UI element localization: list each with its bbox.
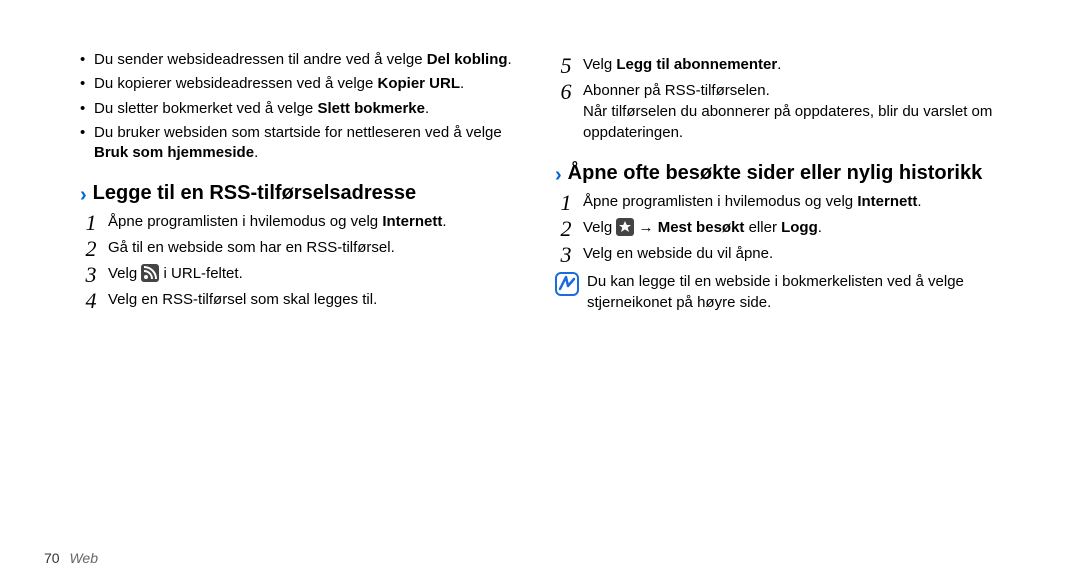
text: Velg [108, 265, 141, 282]
page-footer: 70 Web [44, 550, 98, 566]
step-text: Velg → Mest besøkt eller Logg. [583, 217, 1010, 238]
step-number: 4 [80, 290, 102, 312]
text: . [254, 144, 258, 161]
step-text: Åpne programlisten i hvilemodus og velg … [583, 191, 1010, 212]
step-number: 6 [555, 81, 577, 103]
step-item: 1 Åpne programlisten i hvilemodus og vel… [555, 191, 1010, 213]
step-item: 3 Velg en webside du vil åpne. [555, 243, 1010, 265]
step-number: 2 [555, 218, 577, 240]
step-number: 5 [555, 55, 577, 77]
text: . [917, 193, 921, 210]
note-block: Du kan legge til en webside i bokmerkeli… [555, 271, 1010, 313]
bullet-item: Du sletter bokmerket ved å velge Slett b… [80, 99, 535, 119]
text: Velg [583, 56, 616, 73]
step-text: Åpne programlisten i hvilemodus og velg … [108, 211, 535, 232]
text: Du kopierer websideadressen ved å velge [94, 75, 378, 92]
step-item: 4 Velg en RSS-tilførsel som skal legges … [80, 289, 535, 311]
text: Åpne programlisten i hvilemodus og velg [583, 193, 857, 210]
step-number: 1 [555, 192, 577, 214]
step-number: 3 [80, 264, 102, 286]
step-item: 2 Velg → Mest besøkt eller Logg. [555, 217, 1010, 239]
bullet-list: Du sender websideadressen til andre ved … [80, 50, 535, 163]
bold-term: Internett [382, 213, 442, 230]
rss-icon [141, 264, 159, 282]
text: Når tilførselen du abonnerer på oppdater… [583, 103, 992, 141]
step-text: Velg Legg til abonnementer. [583, 54, 1010, 75]
note-icon [555, 272, 579, 296]
note-text: Du kan legge til en webside i bokmerkeli… [587, 271, 1010, 313]
step-text: Velg i URL-feltet. [108, 263, 535, 284]
step-item: 3 Velg i URL-feltet. [80, 263, 535, 285]
text: → [639, 219, 658, 236]
text: . [460, 75, 464, 92]
section-title: Legge til en RSS-tilførselsadresse [93, 181, 416, 205]
bookmark-star-icon [616, 218, 634, 236]
step-number: 1 [80, 212, 102, 234]
bold-term: Internett [857, 193, 917, 210]
step-text: Gå til en webside som har en RSS-tilførs… [108, 237, 535, 258]
left-column: Du sender websideadressen til andre ved … [80, 50, 555, 566]
step-list: 1 Åpne programlisten i hvilemodus og vel… [80, 211, 535, 311]
step-list: 5 Velg Legg til abonnementer. 6 Abonner … [555, 54, 1010, 143]
text: Du bruker websiden som startside for net… [94, 124, 502, 141]
section-header: › Åpne ofte besøkte sider eller nylig hi… [555, 161, 1010, 185]
text: Velg [583, 219, 616, 236]
chevron-icon: › [555, 165, 562, 185]
bullet-item: Du bruker websiden som startside for net… [80, 123, 535, 164]
step-text: Velg en RSS-tilførsel som skal legges ti… [108, 289, 535, 310]
step-text: Abonner på RSS-tilførselen. Når tilførse… [583, 80, 1010, 143]
bold-term: Slett bokmerke [317, 100, 425, 117]
step-item: 6 Abonner på RSS-tilførselen. Når tilfør… [555, 80, 1010, 143]
text: Abonner på RSS-tilførselen. [583, 82, 770, 99]
page-number: 70 [44, 550, 60, 566]
step-item: 2 Gå til en webside som har en RSS-tilfø… [80, 237, 535, 259]
footer-section: Web [69, 550, 98, 566]
bold-term: Logg [781, 219, 818, 236]
page: Du sender websideadressen til andre ved … [0, 0, 1080, 586]
bold-term: Legg til abonnementer [616, 56, 777, 73]
text: . [818, 219, 822, 236]
text: . [777, 56, 781, 73]
step-text: Velg en webside du vil åpne. [583, 243, 1010, 264]
text: Du sletter bokmerket ved å velge [94, 100, 317, 117]
bullet-item: Du kopierer websideadressen ved å velge … [80, 74, 535, 94]
text: Åpne programlisten i hvilemodus og velg [108, 213, 382, 230]
step-item: 1 Åpne programlisten i hvilemodus og vel… [80, 211, 535, 233]
bold-term: Mest besøkt [658, 219, 745, 236]
bold-term: Del kobling [427, 51, 508, 68]
bullet-item: Du sender websideadressen til andre ved … [80, 50, 535, 70]
step-item: 5 Velg Legg til abonnementer. [555, 54, 1010, 76]
text: eller [744, 219, 781, 236]
bold-term: Kopier URL [378, 75, 461, 92]
section-title: Åpne ofte besøkte sider eller nylig hist… [568, 161, 983, 185]
step-list: 1 Åpne programlisten i hvilemodus og vel… [555, 191, 1010, 265]
text: i URL-feltet. [164, 265, 243, 282]
text: . [508, 51, 512, 68]
chevron-icon: › [80, 185, 87, 205]
right-column: 5 Velg Legg til abonnementer. 6 Abonner … [555, 50, 1030, 566]
step-number: 2 [80, 238, 102, 260]
bold-term: Bruk som hjemmeside [94, 144, 254, 161]
text: . [442, 213, 446, 230]
text: Du sender websideadressen til andre ved … [94, 51, 427, 68]
text: . [425, 100, 429, 117]
step-number: 3 [555, 244, 577, 266]
section-header: › Legge til en RSS-tilførselsadresse [80, 181, 535, 205]
